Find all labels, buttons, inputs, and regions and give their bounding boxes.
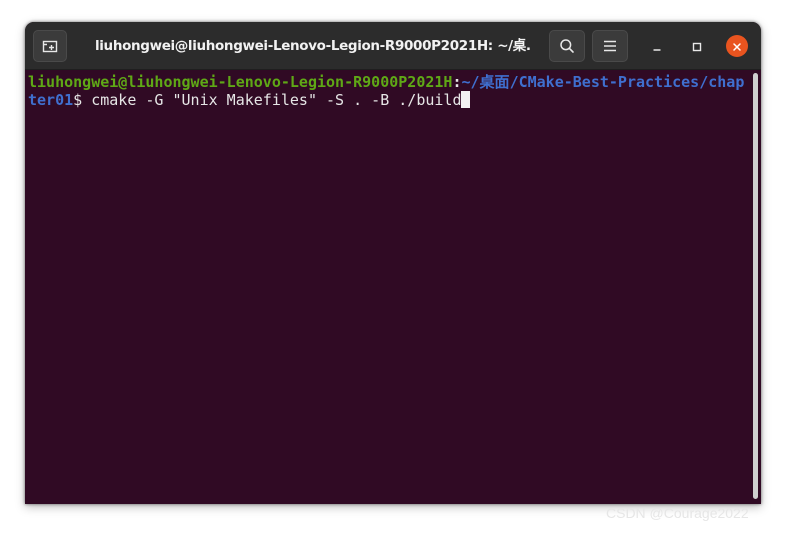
terminal-output: liuhongwei@liuhongwei-Lenovo-Legion-R900…: [28, 73, 748, 109]
terminal-command: cmake -G "Unix Makefiles" -S . -B ./buil…: [82, 91, 462, 109]
header-bar: liuhongwei@liuhongwei-Lenovo-Legion-R900…: [25, 22, 761, 70]
prompt-user-host: liuhongwei@liuhongwei-Lenovo-Legion-R900…: [28, 73, 453, 91]
maximize-button[interactable]: [686, 35, 708, 57]
terminal-area[interactable]: liuhongwei@liuhongwei-Lenovo-Legion-R900…: [25, 70, 761, 504]
prompt-path-desktop: 桌面: [479, 73, 510, 91]
new-tab-button[interactable]: [33, 30, 67, 62]
minimize-icon: [652, 37, 662, 56]
close-icon: [732, 37, 742, 56]
new-tab-icon: [42, 38, 58, 54]
minimize-button[interactable]: [646, 35, 668, 57]
search-button[interactable]: [549, 30, 585, 62]
prompt-dollar: $: [73, 91, 83, 109]
hamburger-menu-icon: [603, 40, 617, 52]
menu-button[interactable]: [592, 30, 628, 62]
window-title: liuhongwei@liuhongwei-Lenovo-Legion-R900…: [95, 38, 531, 54]
close-button[interactable]: [726, 35, 748, 57]
terminal-window: liuhongwei@liuhongwei-Lenovo-Legion-R900…: [25, 22, 761, 504]
maximize-icon: [692, 37, 702, 56]
terminal-scrollbar[interactable]: [753, 73, 758, 499]
search-icon: [559, 38, 575, 54]
prompt-path-home: ~/: [461, 73, 480, 91]
text-cursor: [461, 91, 471, 108]
watermark: CSDN @Courage2022: [606, 505, 749, 521]
